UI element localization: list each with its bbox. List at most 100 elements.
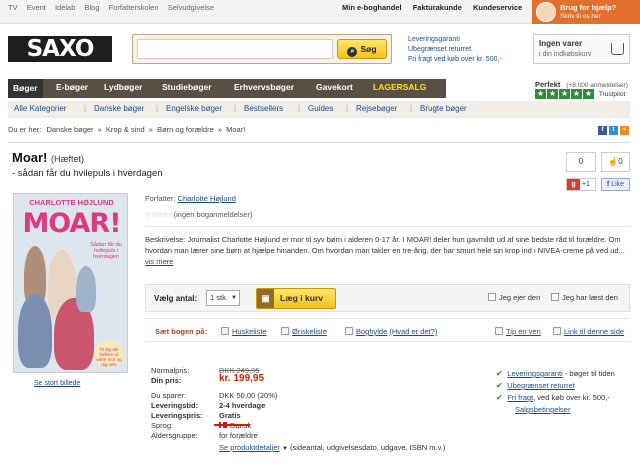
- normal-price-label: Normalpris:: [151, 366, 190, 375]
- see-large-image-link[interactable]: Se stort billede: [34, 380, 80, 387]
- search-box: ⌕ Søg: [132, 34, 392, 64]
- google-plus-button[interactable]: g +1: [566, 178, 596, 191]
- divider: [8, 142, 630, 143]
- read-checkbox-row[interactable]: Jeg har læst den: [551, 293, 618, 302]
- tip-friend-item[interactable]: Tip en ven: [495, 327, 541, 336]
- wishlist-item[interactable]: Huskeliste: [221, 327, 267, 336]
- link-to-page-link[interactable]: Link til denne side: [564, 327, 624, 336]
- benefit-text: - bøger til tiden: [562, 369, 615, 378]
- nav-item-lagersalg[interactable]: LAGERSALG: [373, 82, 426, 92]
- wishes-item[interactable]: Ønskeliste: [281, 327, 327, 336]
- top-link-event[interactable]: Event: [27, 3, 46, 12]
- help-widget[interactable]: Brug for hjælp? Skriv til os her: [532, 0, 640, 24]
- breadcrumb-item[interactable]: Krop & sind: [106, 125, 145, 134]
- top-bar: TV Event Idélab Blog Forfatterskolen Sel…: [0, 0, 640, 24]
- search-button[interactable]: ⌕ Søg: [337, 39, 387, 59]
- search-input[interactable]: [137, 39, 333, 59]
- read-checkbox[interactable]: [551, 293, 559, 301]
- top-link-fakturakunde[interactable]: Fakturakunde: [413, 3, 462, 12]
- subnav-item-rejseboger[interactable]: Rejsebøger: [356, 104, 397, 113]
- book-cover-image[interactable]: CHARLOTTE HØJLUND MOAR! Sådan får du hvi…: [13, 193, 128, 373]
- benefit-link[interactable]: Leveringsgaranti: [507, 369, 562, 378]
- chevron-down-icon[interactable]: ▼: [282, 446, 288, 452]
- terms-link[interactable]: Salgsbetingelser: [515, 405, 570, 414]
- link-icon: [553, 327, 561, 335]
- age-group-value: for forældre: [219, 431, 258, 440]
- add-to-cart-button[interactable]: ▣ Læg i kurv: [256, 288, 336, 309]
- age-group-label: Aldersgruppe:: [151, 431, 198, 440]
- tip-a-friend-link[interactable]: Tip en ven: [506, 327, 541, 336]
- cart-box[interactable]: Ingen varer i din indkøbskurv: [533, 34, 630, 64]
- onskeliste-link[interactable]: Ønskeliste: [292, 327, 327, 336]
- product-title-text: Moar!: [12, 150, 48, 165]
- breadcrumb-item[interactable]: Moar!: [226, 125, 245, 134]
- quantity-select[interactable]: 1 stk. ▼: [206, 290, 240, 306]
- benefit-item: ✔ Ubegrænset returret: [496, 380, 615, 392]
- facebook-like-button[interactable]: f Like: [601, 178, 630, 191]
- nav-item-e-boger[interactable]: E-bøger: [56, 82, 88, 92]
- quantity-value: 1 stk.: [210, 293, 228, 302]
- star-icon: ★: [571, 89, 582, 99]
- product-details-link[interactable]: Se produktdetaljer: [219, 443, 280, 452]
- breadcrumb-item[interactable]: Danske bøger: [46, 125, 93, 134]
- own-checkbox[interactable]: [488, 293, 496, 301]
- nav-item-lydboger[interactable]: Lydbøger: [104, 82, 142, 92]
- author-link[interactable]: Charlotte Højlund: [178, 194, 236, 203]
- subnav-item-alle-kategorier[interactable]: Alle Kategorier: [14, 104, 66, 113]
- top-link-forfatterskolen[interactable]: Forfatterskolen: [109, 3, 159, 12]
- shelf-item[interactable]: Boghylde (Hvad er det?): [345, 327, 437, 336]
- subnav-item-danske-boger[interactable]: Danske bøger: [94, 104, 144, 113]
- subnav-item-bestsellers[interactable]: Bestsellers: [244, 104, 283, 113]
- subnav-item-brugte-boger[interactable]: Brugte bøger: [420, 104, 467, 113]
- own-checkbox-row[interactable]: Jeg ejer den: [488, 293, 540, 302]
- breadcrumb-item[interactable]: Børn og forældre: [157, 125, 214, 134]
- guarantee-return[interactable]: Ubegrænset returret: [408, 45, 502, 55]
- subnav-item-guides[interactable]: Guides: [308, 104, 333, 113]
- guarantee-freight[interactable]: Fri fragt ved køb over kr. 500,-: [408, 55, 502, 65]
- rss-icon[interactable]: ≈: [620, 126, 629, 135]
- boghylde-link[interactable]: Boghylde: [356, 327, 387, 336]
- help-subtitle: Skriv til os her: [560, 13, 601, 20]
- star-icon: ★: [583, 89, 594, 99]
- product-details-text: (sideantal, udgivelsesdato, udgave, ISBN…: [290, 443, 446, 452]
- chevron-down-icon: ▼: [231, 295, 237, 301]
- facebook-icon[interactable]: f: [598, 126, 607, 135]
- huskeliste-link[interactable]: Huskeliste: [232, 327, 267, 336]
- top-link-tv[interactable]: TV: [8, 3, 18, 12]
- trustpilot-widget[interactable]: Perfekt (+8.000 anmeldelser) ★ ★ ★ ★ ★ Trust…: [535, 80, 628, 99]
- nav-item-gavekort[interactable]: Gavekort: [316, 82, 353, 92]
- shipping-highlight-underline: [214, 424, 250, 426]
- language-label: Sprog:: [151, 421, 174, 430]
- help-title: Brug for hjælp?: [560, 3, 617, 12]
- breadcrumb-separator: »: [217, 125, 223, 134]
- top-link-min-e-boghandel[interactable]: Min e-boghandel: [342, 3, 402, 12]
- list-icon: [281, 327, 289, 335]
- page-link-item[interactable]: Link til denne side: [553, 327, 624, 336]
- subnav-item-engelske-boger[interactable]: Engelske bøger: [166, 104, 222, 113]
- benefit-link[interactable]: Fri fragt: [507, 393, 533, 402]
- top-link-kundeservice[interactable]: Kundeservice: [473, 3, 522, 12]
- guarantee-delivery[interactable]: Leveringsgaranti: [408, 35, 502, 45]
- benefit-link[interactable]: Ubegrænset returret: [507, 381, 575, 390]
- share-icons: f t ≈: [598, 124, 631, 135]
- saxo-logo[interactable]: SAXO: [8, 36, 112, 62]
- author-line: Forfatter: Charlotte Højlund: [145, 194, 236, 203]
- twitter-icon[interactable]: t: [609, 126, 618, 135]
- product-format: (Hæftet): [51, 154, 85, 164]
- divider: [145, 226, 630, 227]
- top-link-selvudgivelse[interactable]: Selvudgivelse: [168, 3, 214, 12]
- top-link-blog[interactable]: Blog: [85, 3, 100, 12]
- see-more-link[interactable]: vis mere: [145, 257, 173, 266]
- savings-value: DKK 50,00 (20%): [219, 391, 278, 400]
- nav-item-erhvervsboger[interactable]: Erhvervsbøger: [234, 82, 294, 92]
- top-right-links: Min e-boghandel Fakturakunde Kundeservic…: [342, 3, 531, 12]
- description-text: Beskrivelse: Journalist Charlotte Højlun…: [145, 235, 625, 255]
- nav-item-boger[interactable]: Bøger: [8, 79, 43, 98]
- what-is-it-link[interactable]: (Hvad er det?): [389, 327, 437, 336]
- top-link-idelab[interactable]: Idélab: [55, 3, 75, 12]
- benefits-list: ✔ Leveringsgaranti - bøger til tiden ✔ Ube…: [496, 368, 615, 416]
- star-icon: ★: [547, 89, 558, 99]
- breadcrumb-separator: »: [148, 125, 153, 134]
- nav-item-studieboger[interactable]: Studiebøger: [162, 82, 212, 92]
- trustpilot-brand: Trustpilot: [598, 91, 626, 98]
